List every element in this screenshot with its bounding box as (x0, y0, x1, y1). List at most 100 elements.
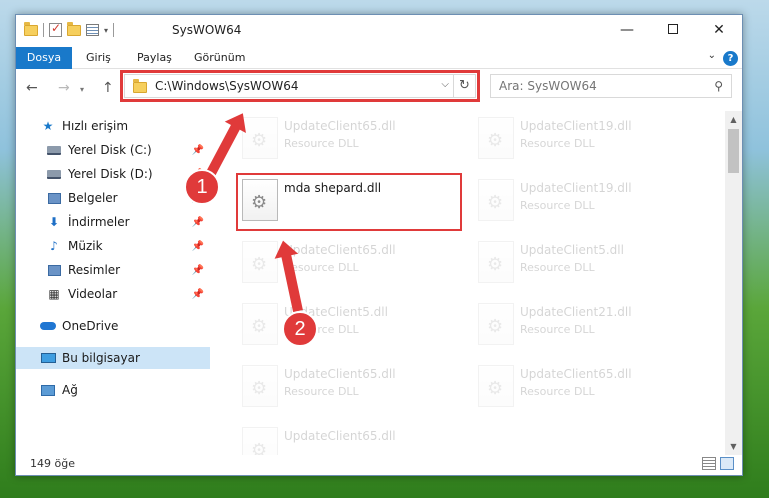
minimize-button[interactable]: — (604, 19, 650, 41)
scroll-up-arrow-icon[interactable]: ▲ (725, 111, 742, 128)
file-item[interactable]: UpdateClient65.dll Resource DLL (472, 359, 702, 415)
file-item[interactable]: UpdateClient19.dll Resource DLL (472, 111, 702, 167)
sidebar-item-local-disk-c[interactable]: Yerel Disk (C:) 📌 (16, 139, 210, 161)
ribbon-tabs: Dosya Giriş Paylaş Görünüm ⌄ ? (16, 47, 742, 69)
sidebar-item-downloads[interactable]: ⬇ İndirmeler 📌 (16, 211, 210, 233)
maximize-button[interactable] (650, 19, 696, 41)
item-count: 149 öğe (30, 457, 75, 470)
details-view-icon[interactable] (702, 457, 716, 470)
status-bar: 149 öğe (16, 453, 742, 475)
quick-access-toolbar: ▾ (24, 21, 115, 37)
tab-share[interactable]: Paylaş (137, 47, 172, 69)
video-icon: ▦ (48, 287, 60, 301)
sidebar-item-documents[interactable]: Belgeler 📌 (16, 187, 210, 209)
sidebar-item-quick-access[interactable]: ★ Hızlı erişim (16, 115, 210, 137)
file-name: UpdateClient65.dll (284, 243, 396, 257)
dll-file-icon (478, 365, 514, 407)
file-name: UpdateClient65.dll (284, 429, 396, 443)
file-item[interactable]: UpdateClient65.dll Resource DLL (236, 359, 466, 415)
pin-icon[interactable]: 📌 (192, 217, 204, 228)
file-type: Resource DLL (520, 385, 595, 398)
help-button[interactable]: ? (723, 51, 738, 66)
file-item[interactable]: UpdateClient5.dll Resource DLL (236, 297, 466, 353)
expand-ribbon-chevron-icon[interactable]: ⌄ (708, 50, 716, 61)
toolbar-divider (43, 23, 44, 37)
close-button[interactable]: ✕ (696, 19, 742, 41)
music-icon: ♪ (50, 239, 58, 253)
file-item[interactable]: UpdateClient65.dll Resource DLL (236, 111, 466, 167)
sidebar-item-label: Ağ (62, 383, 78, 397)
properties-check-icon[interactable] (49, 21, 62, 37)
back-arrow-icon[interactable]: ← (26, 80, 38, 96)
file-type: Resource DLL (284, 137, 359, 150)
file-item[interactable]: UpdateClient21.dll Resource DLL (472, 297, 702, 353)
forward-arrow-icon[interactable]: → (58, 80, 70, 96)
tab-file[interactable]: Dosya (16, 47, 72, 69)
tab-home[interactable]: Giriş (86, 47, 111, 69)
search-box[interactable]: ⚲ (490, 74, 732, 98)
file-type: Resource DLL (520, 199, 595, 212)
sidebar-item-label: Müzik (68, 239, 103, 253)
navigation-bar: ← → ▾ ↑ C:\Windows\SysWOW64 ⌵ ↻ ⚲ (16, 70, 742, 106)
download-icon: ⬇ (48, 215, 60, 229)
file-type: Resource DLL (520, 323, 595, 336)
pin-icon[interactable]: 📌 (192, 145, 204, 156)
recent-locations-chevron-icon[interactable]: ▾ (80, 85, 84, 94)
dll-file-icon (478, 179, 514, 221)
pin-icon[interactable]: 📌 (192, 241, 204, 252)
sidebar-item-label: Bu bilgisayar (62, 351, 140, 365)
sidebar-item-label: İndirmeler (68, 215, 130, 229)
file-name: UpdateClient19.dll (520, 119, 632, 133)
file-highlight-box (236, 173, 462, 231)
star-icon: ★ (42, 119, 54, 133)
new-folder-icon[interactable] (67, 21, 81, 36)
documents-icon (46, 191, 62, 205)
sidebar-item-label: Yerel Disk (C:) (68, 143, 152, 157)
dll-file-icon (242, 427, 278, 455)
file-name: UpdateClient65.dll (520, 367, 632, 381)
file-item[interactable]: UpdateClient19.dll Resource DLL (472, 173, 702, 229)
file-item[interactable]: UpdateClient5.dll Resource DLL (472, 235, 702, 291)
tab-view[interactable]: Görünüm (194, 47, 245, 69)
sidebar-item-label: Hızlı erişim (62, 119, 129, 133)
search-icon[interactable]: ⚲ (714, 79, 723, 93)
file-item[interactable]: UpdateClient65.dll (236, 421, 466, 455)
title-bar: ▾ SysWOW64 — ✕ (16, 15, 742, 47)
sidebar-item-music[interactable]: ♪ Müzik 📌 (16, 235, 210, 257)
pictures-icon (46, 263, 62, 277)
maximize-icon (668, 24, 678, 34)
pin-icon[interactable]: 📌 (192, 265, 204, 276)
file-name: UpdateClient21.dll (520, 305, 632, 319)
customize-toolbar-chevron-icon[interactable]: ▾ (104, 26, 108, 35)
file-name: UpdateClient5.dll (520, 243, 624, 257)
file-type: Resource DLL (284, 385, 359, 398)
sidebar-item-network[interactable]: Ağ (16, 379, 210, 401)
dll-file-icon (478, 241, 514, 283)
up-arrow-icon[interactable]: ↑ (102, 80, 114, 96)
search-input[interactable] (499, 76, 699, 96)
properties-icon[interactable] (86, 24, 99, 36)
drive-icon (46, 143, 62, 157)
sidebar-item-label: Yerel Disk (D:) (68, 167, 153, 181)
folder-icon (24, 21, 38, 36)
sidebar-item-onedrive[interactable]: OneDrive (16, 315, 210, 337)
sidebar-item-this-pc[interactable]: Bu bilgisayar (16, 347, 210, 369)
file-type: Resource DLL (520, 261, 595, 274)
pin-icon[interactable]: 📌 (192, 289, 204, 300)
toolbar-divider (113, 23, 115, 37)
address-highlight-box (120, 70, 480, 102)
navigation-pane: ★ Hızlı erişim Yerel Disk (C:) 📌 Yerel D… (16, 111, 210, 455)
vertical-scrollbar[interactable]: ▲ ▼ (725, 111, 742, 455)
sidebar-item-local-disk-d[interactable]: Yerel Disk (D:) 📌 (16, 163, 210, 185)
window-title: SysWOW64 (172, 23, 242, 37)
large-icons-view-icon[interactable] (720, 457, 734, 470)
file-explorer-window: ▾ SysWOW64 — ✕ Dosya Giriş Paylaş Görünü… (15, 14, 743, 476)
drive-icon (46, 167, 62, 181)
dll-file-icon (478, 117, 514, 159)
sidebar-item-pictures[interactable]: Resimler 📌 (16, 259, 210, 281)
scrollbar-thumb[interactable] (728, 129, 739, 173)
sidebar-item-label: Belgeler (68, 191, 118, 205)
callout-badge-2: 2 (282, 311, 318, 347)
cloud-icon (40, 319, 56, 333)
sidebar-item-videos[interactable]: ▦ Videolar 📌 (16, 283, 210, 305)
